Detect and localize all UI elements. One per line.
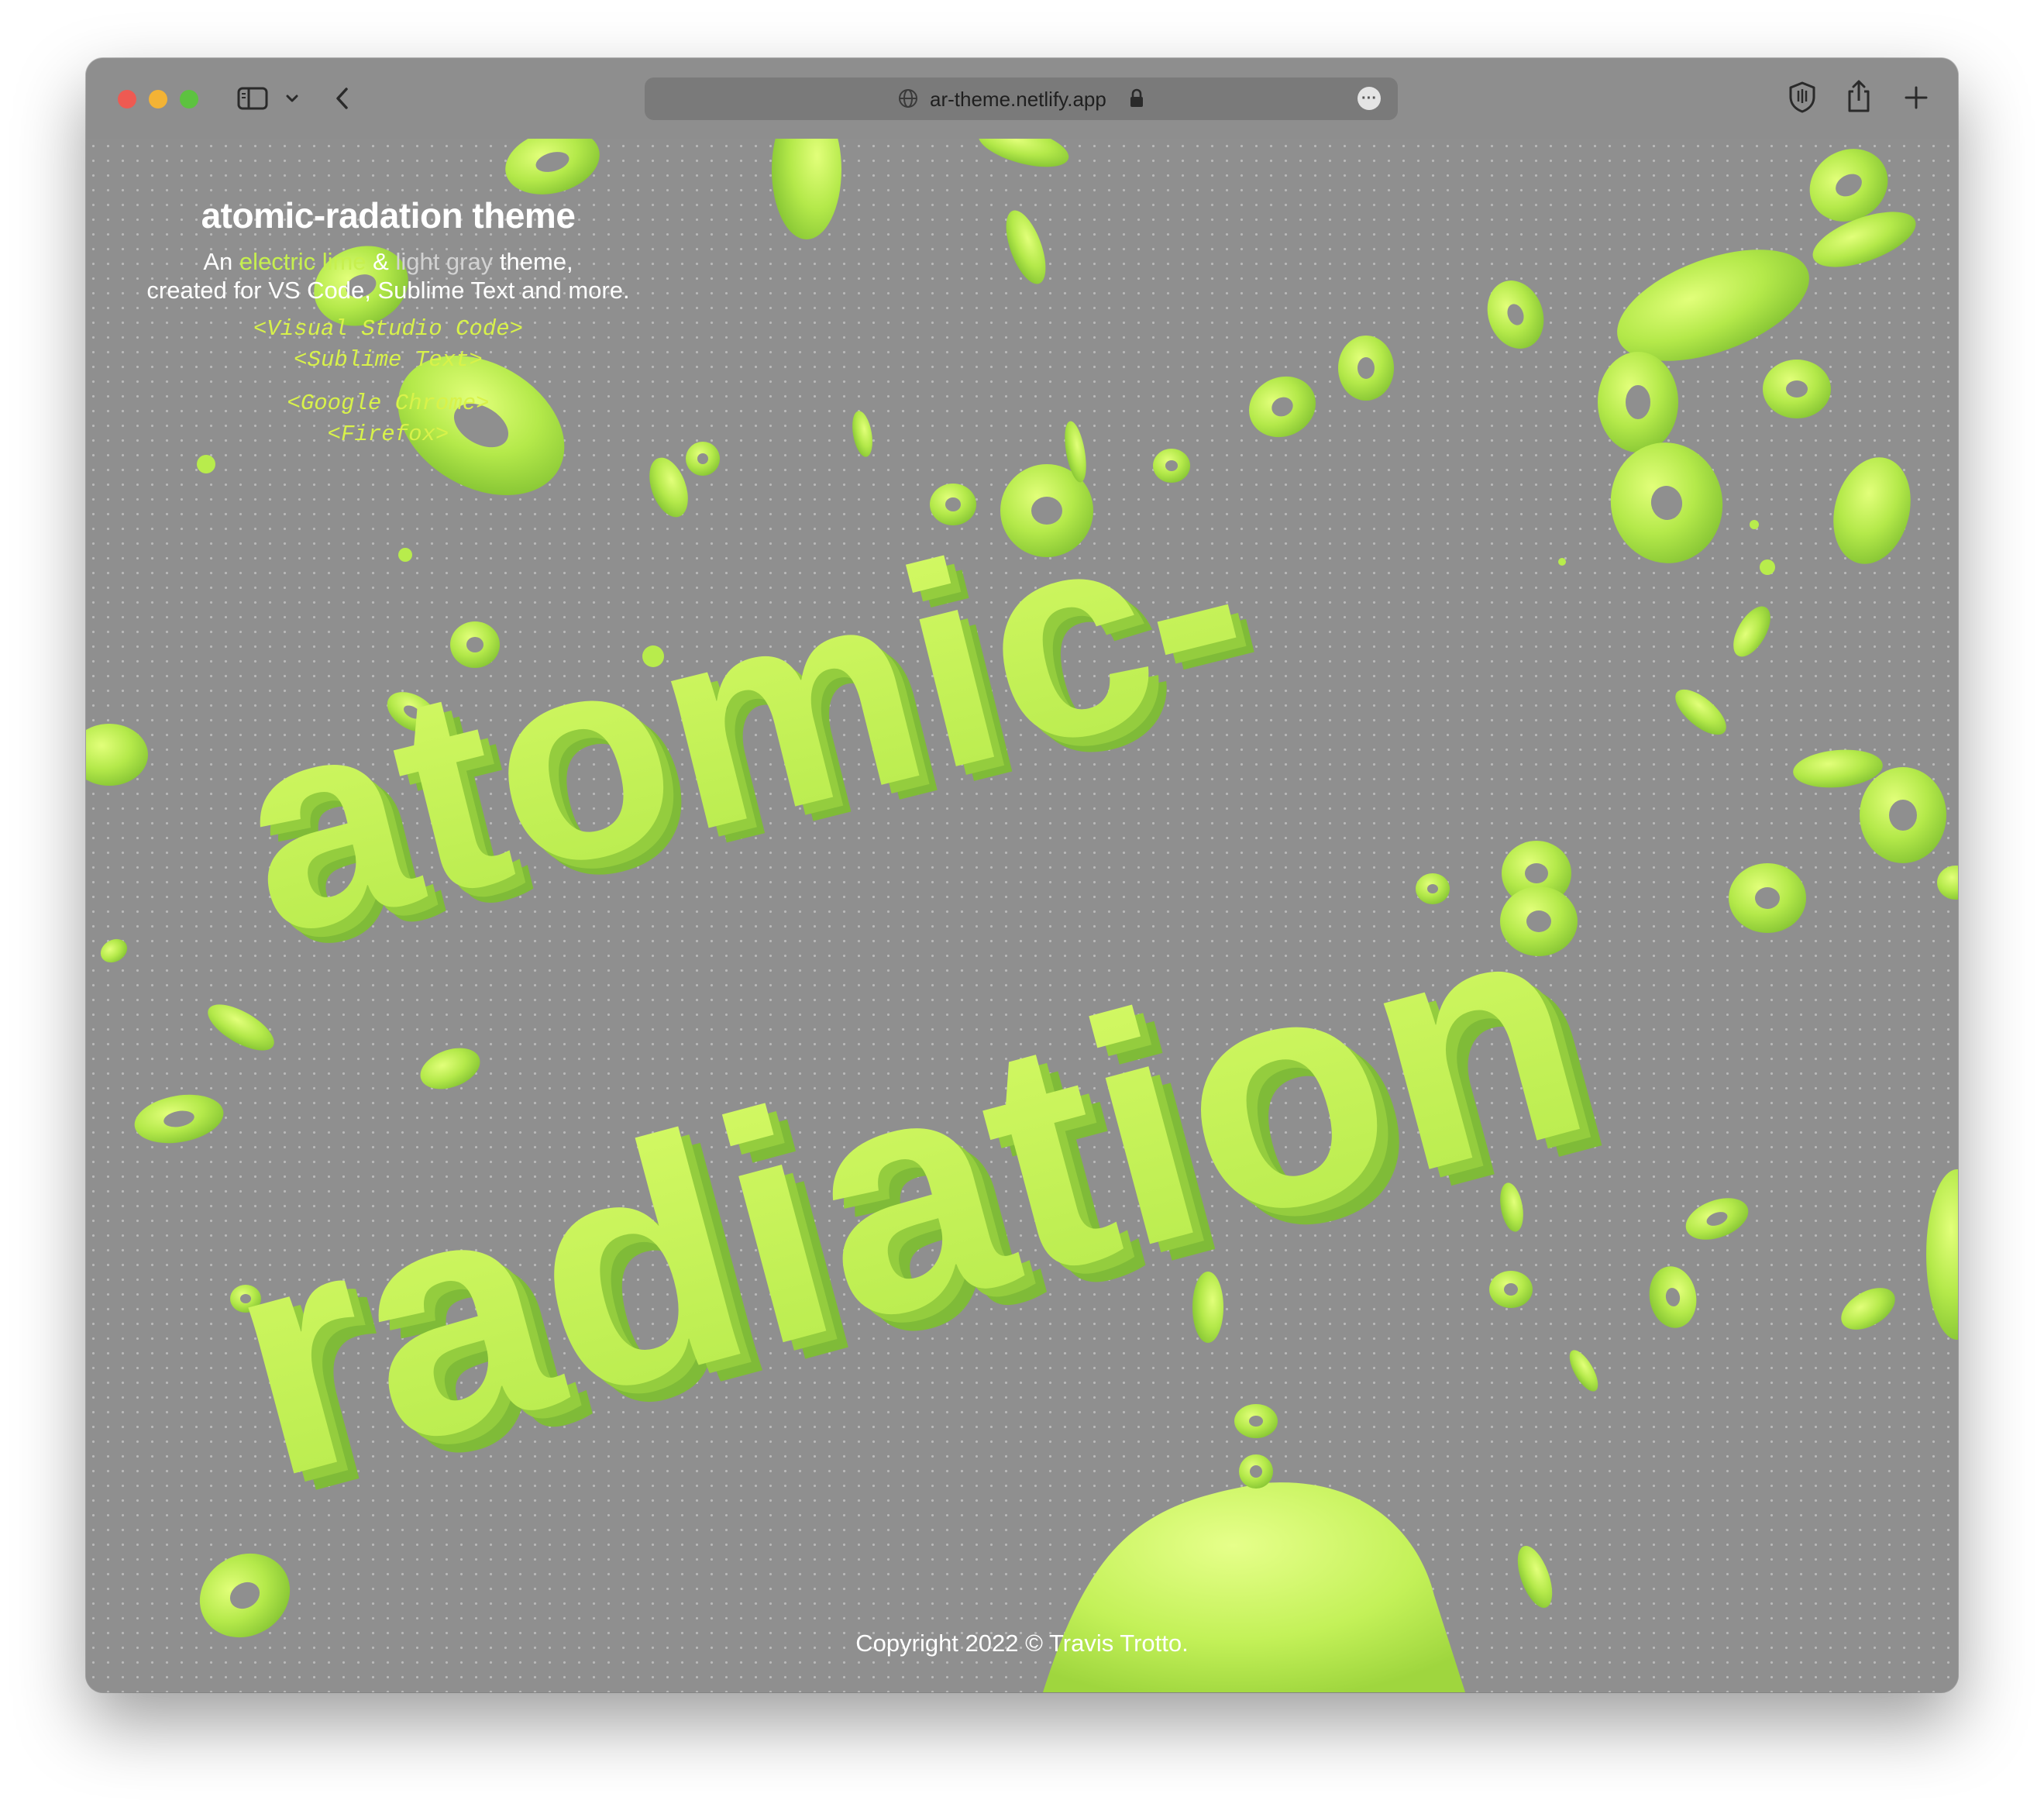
shield-icon[interactable] <box>1787 80 1818 114</box>
more-icon[interactable]: ··· <box>1358 87 1381 110</box>
lock-icon <box>1130 88 1143 107</box>
close-window-button[interactable] <box>118 90 136 108</box>
footer-copyright: Copyright 2022 © Travis Trotto. <box>855 1630 1189 1657</box>
link-vscode[interactable]: <Visual Studio Code> <box>132 314 644 345</box>
minimize-window-button[interactable] <box>149 90 167 108</box>
subtitle-pre: An <box>203 248 239 275</box>
browser-toolbar: ar-theme.netlify.app ··· <box>86 58 1958 139</box>
chevron-down-icon[interactable] <box>284 91 300 106</box>
page-subtitle: An electric lime & light gray theme, cre… <box>132 247 644 305</box>
lime-blob <box>1043 1482 1465 1692</box>
subtitle-lime: electric lime <box>239 248 366 275</box>
page-title: atomic-radation theme <box>201 195 576 236</box>
download-links: <Visual Studio Code> <Sublime Text> <Goo… <box>132 314 644 450</box>
address-bar[interactable]: ar-theme.netlify.app ··· <box>645 77 1398 120</box>
theme-info: atomic-radation theme An electric lime &… <box>132 194 644 450</box>
link-sublime[interactable]: <Sublime Text> <box>132 345 644 376</box>
link-chrome[interactable]: <Google Chrome> <box>132 388 644 419</box>
subtitle-amp: & <box>366 248 396 275</box>
browser-window: ar-theme.netlify.app ··· atomic- atomic-… <box>86 58 1958 1692</box>
globe-icon <box>899 89 917 108</box>
svg-text:atomic-: atomic- <box>209 439 1276 996</box>
link-firefox[interactable]: <Firefox> <box>132 419 644 450</box>
subtitle-line2: created for VS Code, Sublime Text and mo… <box>146 277 630 304</box>
subtitle-post: theme, <box>493 248 573 275</box>
page-content: atomic- atomic- atomic- radiation radiat… <box>86 139 1958 1692</box>
url-text: ar-theme.netlify.app <box>930 88 1106 111</box>
share-icon[interactable] <box>1845 78 1873 114</box>
hero-line1: atomic- atomic- atomic- <box>209 439 1294 1011</box>
zoom-window-button[interactable] <box>180 90 198 108</box>
sidebar-icon[interactable] <box>237 86 268 111</box>
subtitle-gray: light gray <box>395 248 494 275</box>
back-icon[interactable] <box>332 84 353 112</box>
new-tab-icon[interactable] <box>1903 84 1929 111</box>
